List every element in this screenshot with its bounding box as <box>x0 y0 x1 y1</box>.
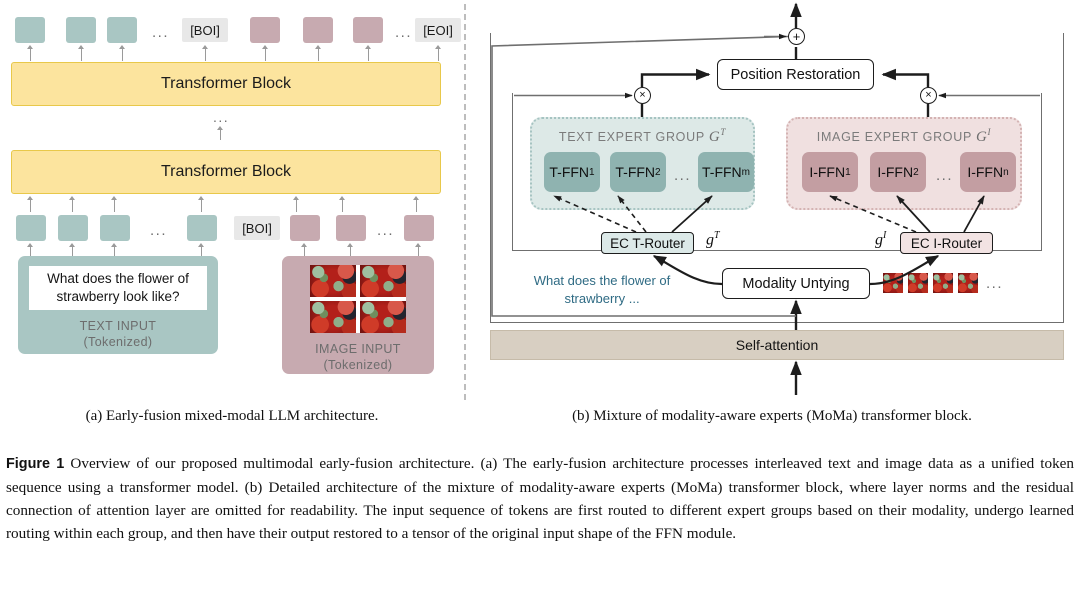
up-arrow <box>292 196 301 212</box>
token-row-ellipsis: ... <box>395 24 413 41</box>
token-image <box>353 17 383 43</box>
image-token-thumb <box>932 272 954 294</box>
modality-untying-node: Modality Untying <box>722 268 870 299</box>
figure-label: Figure 1 <box>6 456 65 472</box>
image-gate-symbol: gI <box>875 230 887 249</box>
up-arrow <box>364 45 373 61</box>
image-input-box: IMAGE INPUT (Tokenized) <box>282 256 434 374</box>
image-expert-ellipsis: ... <box>936 167 954 184</box>
self-attention-block: Self-attention <box>490 330 1064 360</box>
transformer-block-upper: Transformer Block <box>11 62 441 106</box>
image-expert-n: I-FFN n <box>960 152 1016 192</box>
up-arrow <box>68 243 77 257</box>
subcaption-b: (b) Mixture of modality-aware experts (M… <box>572 408 972 424</box>
up-arrow <box>346 243 355 257</box>
image-expert-group: IMAGE EXPERT GROUP GI I-FFN 1 I-FFN 2 ... … <box>786 117 1022 210</box>
position-restoration-node: Position Restoration <box>717 59 874 90</box>
token-image <box>336 215 366 241</box>
text-gate-multiply-node: × <box>634 87 651 104</box>
text-expert-2: T-FFN 2 <box>610 152 666 192</box>
panel-b: TEXT EXPERT GROUP GT T-FFN 1 T-FFN 2 ... T… <box>464 0 1080 400</box>
token-image <box>303 17 333 43</box>
token-boi: [BOI] <box>182 18 228 42</box>
text-expert-1: T-FFN 1 <box>544 152 600 192</box>
image-tile <box>310 265 356 297</box>
image-expert-2: I-FFN 2 <box>870 152 926 192</box>
panel-a: ... [BOI] ... [EOI] Transformer Block ..… <box>0 0 464 400</box>
token-image <box>404 215 434 241</box>
up-arrow <box>261 45 270 61</box>
token-text <box>66 17 96 43</box>
token-text <box>15 17 45 43</box>
text-expert-m: T-FFN m <box>698 152 754 192</box>
token-row-ellipsis: ... <box>152 24 170 41</box>
image-input-caption-line1: IMAGE INPUT <box>315 342 401 356</box>
token-boi: [BOI] <box>234 216 280 240</box>
token-text <box>107 17 137 43</box>
text-input-caption: TEXT INPUT (Tokenized) <box>80 318 157 351</box>
text-input-box: What does the flower of strawberry look … <box>18 256 218 354</box>
image-tile <box>310 301 356 333</box>
stack-ellipsis: ... <box>213 109 230 125</box>
token-image <box>290 215 320 241</box>
token-eoi: [EOI] <box>415 18 461 42</box>
token-text <box>187 215 217 241</box>
image-token-thumb <box>957 272 979 294</box>
up-arrow <box>216 126 225 140</box>
token-text <box>58 215 88 241</box>
text-expert-ellipsis: ... <box>674 167 692 184</box>
token-text <box>100 215 130 241</box>
figure-caption: Figure 1 Overview of our proposed multim… <box>6 452 1074 545</box>
text-input-caption-line2: (Tokenized) <box>83 334 153 349</box>
image-expert-1: I-FFN 1 <box>802 152 858 192</box>
image-token-thumb <box>882 272 904 294</box>
up-arrow <box>414 243 423 257</box>
token-row-ellipsis: ... <box>150 222 168 239</box>
up-arrow <box>26 45 35 61</box>
up-arrow <box>110 243 119 257</box>
up-arrow <box>314 45 323 61</box>
text-input-caption-line1: TEXT INPUT <box>79 318 157 333</box>
figure-caption-text: Overview of our proposed multimodal earl… <box>6 455 1075 543</box>
image-sequence-preview: ... <box>882 272 1003 294</box>
up-arrow <box>201 45 210 61</box>
up-arrow <box>26 243 35 257</box>
up-arrow <box>68 196 77 212</box>
figure-root: ... [BOI] ... [EOI] Transformer Block ..… <box>0 0 1080 616</box>
up-arrow <box>434 45 443 61</box>
image-token-thumb <box>907 272 929 294</box>
text-sequence-preview: What does the flower of strawberry ... <box>533 273 671 306</box>
residual-add-node: + <box>788 28 805 45</box>
token-image <box>250 17 280 43</box>
up-arrow <box>26 196 35 212</box>
token-text <box>16 215 46 241</box>
up-arrow <box>110 196 119 212</box>
image-input-caption: IMAGE INPUT (Tokenized) <box>315 341 401 374</box>
text-router-node: EC T-Router <box>601 232 694 254</box>
text-expert-group: TEXT EXPERT GROUP GT T-FFN 1 T-FFN 2 ... T… <box>530 117 755 210</box>
text-gate-symbol: gT <box>706 230 720 249</box>
transformer-block-lower: Transformer Block <box>11 150 441 194</box>
token-row-ellipsis: ... <box>377 222 395 239</box>
up-arrow <box>300 243 309 257</box>
up-arrow <box>118 45 127 61</box>
up-arrow <box>197 196 206 212</box>
image-input-caption-line2: (Tokenized) <box>323 358 393 373</box>
up-arrow <box>197 243 206 257</box>
image-tile <box>360 301 406 333</box>
up-arrow <box>412 196 421 212</box>
image-router-node: EC I-Router <box>900 232 993 254</box>
text-input-prompt: What does the flower of strawberry look … <box>29 266 207 310</box>
image-gate-multiply-node: × <box>920 87 937 104</box>
up-arrow <box>338 196 347 212</box>
image-tile <box>360 265 406 297</box>
subcaption-a: (a) Early-fusion mixed-modal LLM archite… <box>85 408 379 424</box>
image-input-thumbnail <box>310 265 406 333</box>
image-preview-ellipsis: ... <box>986 274 1004 292</box>
up-arrow <box>77 45 86 61</box>
